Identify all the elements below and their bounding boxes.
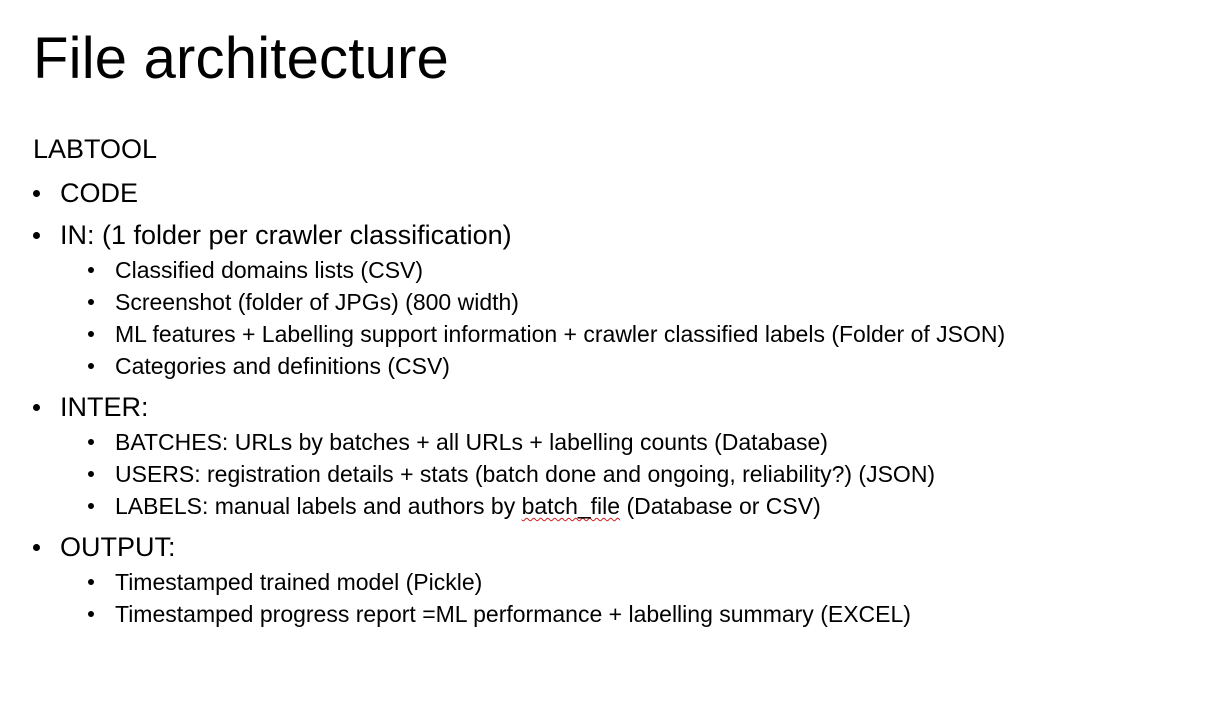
list-item: Categories and definitions (CSV): [88, 350, 1213, 382]
section-code: CODE: [33, 174, 1213, 212]
section-label: INTER:: [60, 392, 149, 422]
section-row: IN: (1 folder per crawler classification…: [33, 216, 1213, 254]
slide-body: LABTOOL CODE IN: (1 folder per crawler c…: [33, 130, 1213, 636]
list-item: Timestamped trained model (Pickle): [88, 566, 1213, 598]
bullet-icon: [88, 471, 94, 477]
list-item-labels: LABELS: manual labels and authors by bat…: [88, 490, 1213, 522]
section-row: CODE: [33, 174, 1213, 212]
section-row: OUTPUT:: [33, 528, 1213, 566]
list-item: USERS: registration details + stats (bat…: [88, 458, 1213, 490]
bullet-icon: [33, 190, 40, 197]
bullet-icon: [88, 299, 94, 305]
spellcheck-word: batch_file: [521, 493, 621, 519]
list-item: BATCHES: URLs by batches + all URLs + la…: [88, 426, 1213, 458]
section-row: INTER:: [33, 388, 1213, 426]
list-item-text: Screenshot (folder of JPGs) (800 width): [115, 289, 519, 315]
bullet-icon: [88, 267, 94, 273]
bullet-icon: [33, 404, 40, 411]
bullet-icon: [88, 503, 94, 509]
bullet-icon: [88, 579, 94, 585]
list-item-text: USERS: registration details + stats (bat…: [115, 461, 936, 487]
section-output: OUTPUT: Timestamped trained model (Pickl…: [33, 528, 1213, 630]
sub-item-list: Timestamped trained model (Pickle) Times…: [60, 566, 1213, 630]
list-item-text: Classified domains lists (CSV): [115, 257, 424, 283]
section-in: IN: (1 folder per crawler classification…: [33, 216, 1213, 382]
section-label: CODE: [60, 178, 139, 208]
list-item-text: Timestamped progress report =ML performa…: [115, 601, 911, 627]
sub-item-list: BATCHES: URLs by batches + all URLs + la…: [60, 426, 1213, 522]
list-item: ML features + Labelling support informat…: [88, 318, 1213, 350]
bullet-icon: [88, 331, 94, 337]
list-item: Screenshot (folder of JPGs) (800 width): [88, 286, 1213, 318]
list-item: Classified domains lists (CSV): [88, 254, 1213, 286]
sub-item-list: Classified domains lists (CSV) Screensho…: [60, 254, 1213, 382]
root-label: LABTOOL: [33, 134, 158, 164]
list-item-text: Categories and definitions (CSV): [115, 353, 450, 379]
bullet-icon: [33, 232, 40, 239]
bullet-icon: [88, 363, 94, 369]
section-list: CODE IN: (1 folder per crawler classific…: [33, 174, 1213, 630]
section-label: IN: (1 folder per crawler classification…: [60, 220, 512, 250]
list-item-text: Timestamped trained model (Pickle): [115, 569, 483, 595]
list-item-text-before: LABELS: manual labels and authors by: [115, 493, 522, 519]
section-label: OUTPUT:: [60, 532, 176, 562]
section-inter: INTER: BATCHES: URLs by batches + all UR…: [33, 388, 1213, 522]
bullet-icon: [88, 611, 94, 617]
list-item-text: BATCHES: URLs by batches + all URLs + la…: [115, 429, 828, 455]
list-item-text: ML features + Labelling support informat…: [115, 321, 1006, 347]
bullet-icon: [33, 544, 40, 551]
slide: File architecture LABTOOL CODE IN: (1 fo…: [0, 0, 1224, 715]
list-item-text-after: (Database or CSV): [620, 493, 821, 519]
slide-title: File architecture: [33, 26, 449, 91]
bullet-icon: [88, 439, 94, 445]
list-item: Timestamped progress report =ML performa…: [88, 598, 1213, 630]
